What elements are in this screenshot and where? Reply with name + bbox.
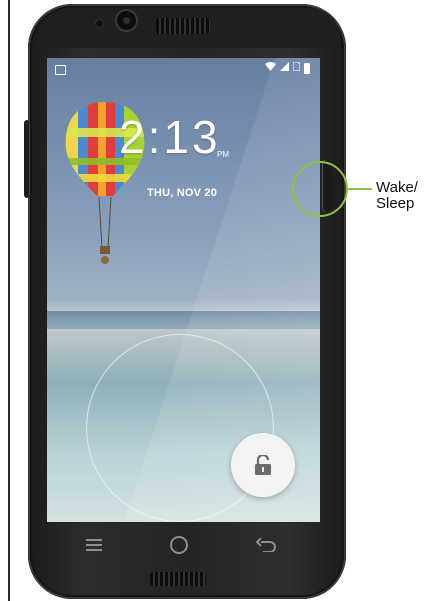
clock-time: 2:13 — [119, 111, 221, 163]
clock-date: THU, NOV 20 — [147, 187, 218, 199]
home-button[interactable] — [166, 534, 192, 556]
sim-icon — [292, 61, 301, 75]
image-icon — [55, 65, 66, 75]
home-icon — [170, 536, 188, 554]
wake-sleep-callout-circle — [292, 161, 348, 217]
lock-screen: 2:13 PM THU, NOV 20 — [47, 58, 320, 522]
back-button[interactable] — [253, 534, 279, 556]
front-camera-icon — [117, 11, 136, 30]
clock-am-pm: PM — [217, 150, 229, 159]
volume-button[interactable] — [24, 120, 30, 198]
status-icons — [265, 61, 310, 75]
navigation-bar — [47, 522, 320, 568]
proximity-sensor — [96, 20, 103, 27]
signal-icon — [280, 62, 289, 75]
unlock-icon — [255, 455, 271, 475]
menu-button[interactable] — [81, 534, 107, 556]
bottom-speaker — [150, 572, 206, 586]
unlock-button[interactable] — [231, 433, 295, 497]
battery-icon — [304, 63, 310, 74]
status-bar — [47, 58, 320, 80]
callout-leader-line — [348, 188, 372, 190]
page-margin-rule — [8, 0, 10, 601]
menu-icon — [86, 539, 102, 551]
wake-sleep-label: Wake/ Sleep — [376, 179, 418, 212]
back-icon — [256, 538, 276, 552]
unlock-ring — [86, 334, 274, 522]
wifi-icon — [265, 62, 276, 75]
earpiece-speaker — [156, 18, 210, 34]
